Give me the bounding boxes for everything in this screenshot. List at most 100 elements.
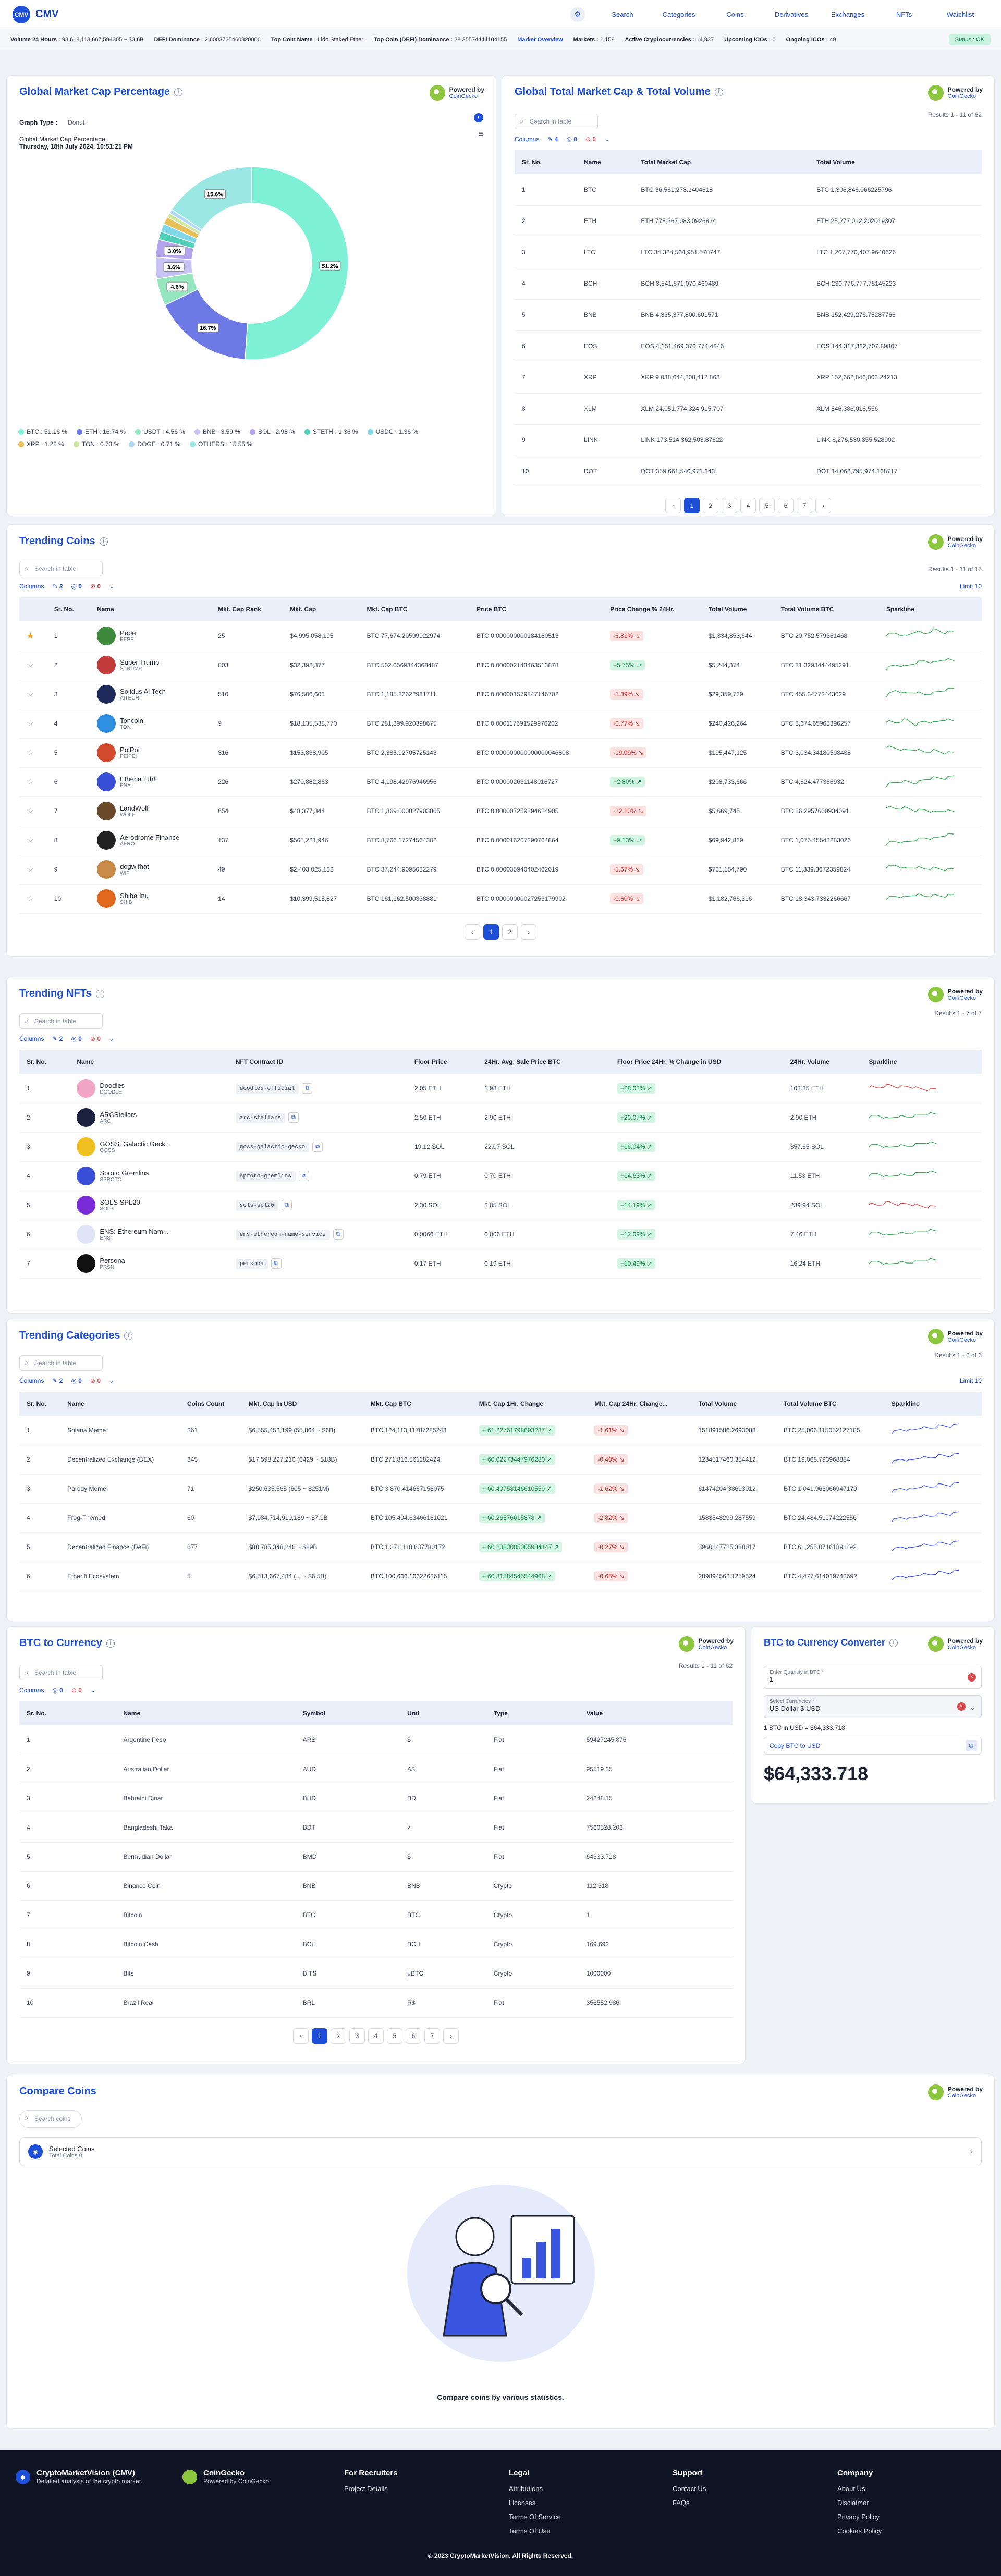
star-icon[interactable]: ☆ (27, 894, 34, 903)
page-button[interactable]: 1 (312, 2028, 327, 2044)
page-button[interactable]: 2 (703, 497, 718, 513)
column-header[interactable]: Total Market Cap (633, 150, 810, 174)
chevron-down-icon[interactable]: ⌄ (969, 1702, 976, 1712)
footer-brand[interactable]: ◆ CryptoMarketVision (CMV) Detailed analy… (16, 2469, 142, 2485)
column-header[interactable]: Name (60, 1392, 180, 1416)
column-header[interactable]: Sr. No. (19, 1701, 116, 1725)
coin[interactable]: Ethena Ethfi ENA (97, 772, 203, 791)
footer-coingecko[interactable]: CoinGecko Powered by CoinGecko (182, 2469, 269, 2485)
coin[interactable]: ENS: Ethereum Nam... ENS (77, 1225, 221, 1244)
brand-logo[interactable]: CMV CMV (13, 5, 58, 23)
column-header[interactable]: Sr. No. (19, 1392, 60, 1416)
legend-item-bnb[interactable]: BNB : 3.59 % (194, 428, 240, 435)
page-button[interactable]: 2 (331, 2028, 346, 2044)
page-button[interactable]: ‹ (465, 924, 480, 940)
column-header[interactable]: Mkt. Cap (283, 597, 360, 621)
column-header[interactable]: Mkt. Cap 1Hr. Change (471, 1392, 588, 1416)
column-header[interactable]: Sr. No. (19, 1050, 70, 1074)
column-header[interactable]: Mkt. Cap Rank (211, 597, 283, 621)
page-button[interactable]: 3 (349, 2028, 365, 2044)
star-icon[interactable]: ☆ (27, 807, 34, 816)
column-header[interactable]: Sr. No. (515, 150, 577, 174)
column-header[interactable]: Sr. No. (46, 597, 90, 621)
copy-icon[interactable]: ⧉ (288, 1112, 299, 1123)
column-header[interactable]: NFT Contract ID (228, 1050, 407, 1074)
column-filters[interactable]: Columns ◎ 0 ⊘ 0 ⌄ (19, 1687, 733, 1694)
coin[interactable]: Sproto Gremlins SPROTO (77, 1167, 221, 1185)
star-icon[interactable]: ☆ (27, 719, 34, 728)
column-header[interactable]: Name (577, 150, 634, 174)
legend-item-usdt[interactable]: USDT : 4.56 % (135, 428, 185, 435)
column-header[interactable]: Mkt. Cap BTC (363, 1392, 472, 1416)
column-header[interactable]: Total Volume (691, 1392, 777, 1416)
coin[interactable]: Shiba Inu SHIB (97, 889, 203, 908)
quantity-input[interactable]: Enter Quantity in BTC * 1 × (764, 1666, 982, 1689)
legend-item-eth[interactable]: ETH : 16.74 % (77, 428, 126, 435)
search-input[interactable]: Search in table (19, 561, 103, 576)
powered-by[interactable]: Powered by CoinGecko (927, 534, 983, 550)
footer-link[interactable]: Terms Of Service (509, 2513, 561, 2521)
page-button[interactable]: 4 (740, 497, 756, 513)
powered-by[interactable]: Powered by CoinGecko (927, 85, 983, 101)
legend-item-doge[interactable]: DOGE : 0.71 % (129, 440, 180, 448)
selected-coins-panel[interactable]: ◉ Selected Coins Total Coins 0 › (19, 2137, 982, 2166)
nav-link-search[interactable]: Search (594, 10, 651, 18)
copy-icon[interactable]: ⧉ (333, 1229, 344, 1240)
chevron-right-icon[interactable]: › (970, 2147, 973, 2156)
footer-link[interactable]: Disclaimer (837, 2499, 882, 2507)
coin[interactable]: Super Trump STRUMP (97, 656, 203, 674)
legend-item-usdc[interactable]: USDC : 1.36 % (367, 428, 418, 435)
column-header[interactable]: Mkt. Cap in USD (241, 1392, 363, 1416)
info-icon[interactable]: i (106, 1639, 115, 1648)
column-header[interactable]: 24Hr. Avg. Sale Price BTC (477, 1050, 610, 1074)
info-icon[interactable]: i (174, 88, 182, 96)
page-button[interactable]: › (521, 924, 536, 940)
coin[interactable]: SOLS SPL20 SOLS (77, 1196, 221, 1215)
limit-select[interactable]: Limit 10 (960, 1377, 982, 1384)
page-button[interactable]: 5 (759, 497, 775, 513)
nav-link-nfts[interactable]: NFTs (876, 10, 932, 18)
column-header[interactable]: Sparkline (861, 1050, 982, 1074)
column-header[interactable]: Sparkline (878, 597, 982, 621)
copy-icon[interactable]: ⧉ (966, 1740, 977, 1751)
column-header[interactable]: Total Volume (809, 150, 982, 174)
chart-menu-icon[interactable]: ≡ (479, 130, 483, 139)
star-icon[interactable]: ☆ (27, 661, 34, 670)
currency-select[interactable]: Select Currencies * US Dollar $ USD × ⌄ (764, 1695, 982, 1718)
star-icon[interactable]: ☆ (27, 778, 34, 787)
column-header[interactable]: 24Hr. Volume (783, 1050, 862, 1074)
coin[interactable]: Solidus Ai Tech AITECH (97, 685, 203, 704)
legend-item-ton[interactable]: TON : 0.73 % (73, 440, 119, 448)
copy-icon[interactable]: ⧉ (281, 1200, 292, 1210)
copy-field[interactable]: Copy BTC to USD ⧉ (764, 1737, 982, 1755)
column-filters[interactable]: Columns ✎ 2 ◎ 0 ⊘ 0 ⌄ Limit 10 (19, 1377, 982, 1384)
page-button[interactable]: 6 (406, 2028, 421, 2044)
search-input[interactable]: Search in table (19, 1665, 103, 1680)
powered-by[interactable]: Powered by CoinGecko (927, 1329, 983, 1344)
page-button[interactable]: 5 (387, 2028, 402, 2044)
star-icon[interactable]: ☆ (27, 690, 34, 699)
column-header[interactable]: Floor Price (407, 1050, 478, 1074)
coin[interactable]: Doodles DOODLE (77, 1078, 221, 1098)
column-header[interactable]: Price Change % 24Hr. (603, 597, 701, 621)
graph-type[interactable]: Graph Type : Donut (19, 119, 483, 126)
footer-link[interactable]: Attributions (509, 2485, 561, 2493)
column-header[interactable]: Symbol (295, 1701, 400, 1725)
copy-icon[interactable]: ⧉ (271, 1258, 282, 1269)
page-button[interactable]: 2 (502, 924, 518, 940)
column-header[interactable]: Unit (400, 1701, 486, 1725)
powered-by[interactable]: Powered by CoinGecko (927, 987, 983, 1002)
column-header[interactable]: Coins Count (180, 1392, 241, 1416)
search-input[interactable]: Search in table (19, 1013, 103, 1029)
column-header[interactable]: Price BTC (469, 597, 603, 621)
powered-by[interactable]: Powered by CoinGecko (429, 85, 484, 101)
info-icon[interactable]: i (889, 1638, 898, 1647)
footer-link[interactable]: FAQs (673, 2499, 706, 2507)
star-icon[interactable]: ☆ (27, 865, 34, 874)
footer-link[interactable]: Terms Of Use (509, 2527, 561, 2535)
nav-link-watchlist[interactable]: Watchlist (932, 10, 988, 18)
nav-link-exchanges[interactable]: Exchanges (820, 10, 876, 18)
page-button[interactable]: 1 (684, 497, 700, 513)
page-button[interactable]: 7 (424, 2028, 440, 2044)
legend-item-btc[interactable]: BTC : 51.16 % (18, 428, 67, 435)
